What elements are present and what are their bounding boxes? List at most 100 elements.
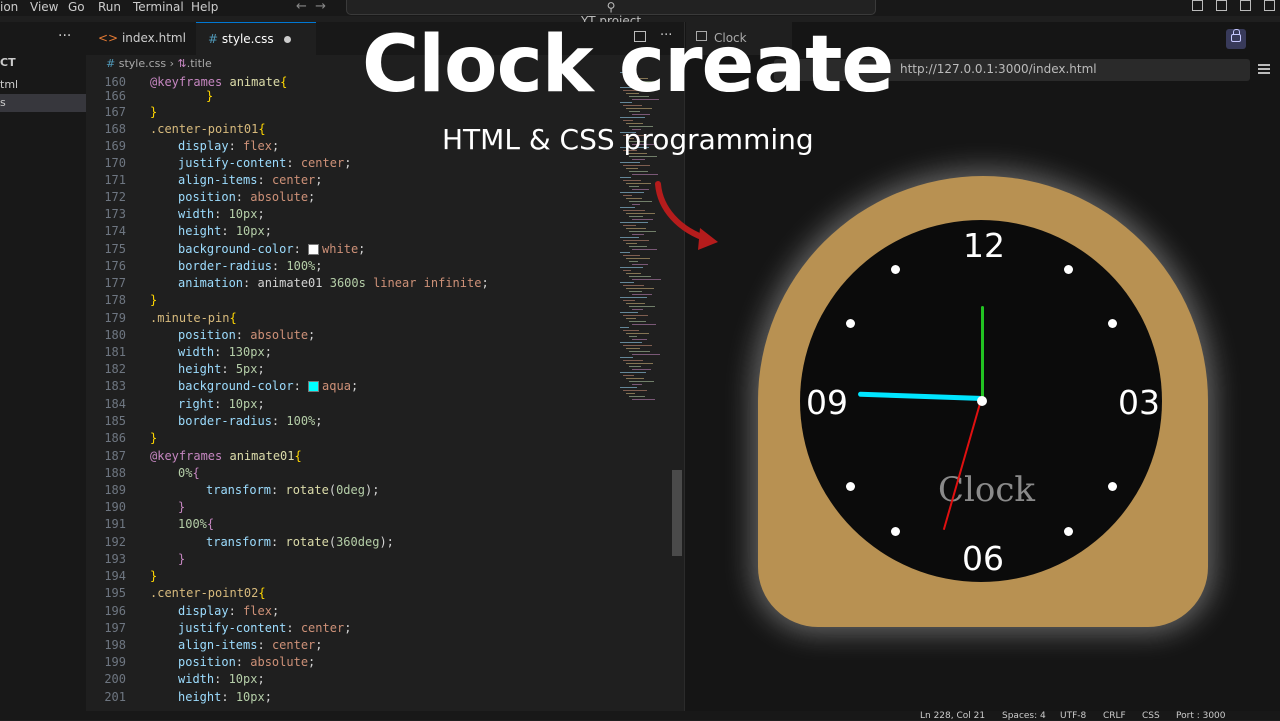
- minimap-line: [623, 225, 636, 226]
- minimap-line: [629, 321, 646, 322]
- line-number: 166: [104, 89, 126, 103]
- breadcrumb-file[interactable]: style.css: [119, 57, 166, 70]
- minimap-line: [620, 357, 633, 358]
- explorer-sidebar: CT ··· tml s: [0, 22, 87, 720]
- code-line[interactable]: }: [150, 104, 157, 121]
- preview-url: http://127.0.0.1:3000/index.html: [900, 62, 1097, 76]
- minimap-line: [632, 204, 640, 205]
- menu-run[interactable]: Run: [98, 0, 121, 14]
- explorer-file-index[interactable]: tml: [0, 76, 86, 94]
- line-number: 200: [104, 672, 126, 686]
- minimap-line: [632, 354, 660, 355]
- minimap-line: [620, 177, 631, 178]
- line-number: 193: [104, 552, 126, 566]
- code-line[interactable]: background-color: aqua;: [178, 378, 358, 395]
- code-line[interactable]: position: absolute;: [178, 654, 315, 671]
- minimap-line: [626, 363, 653, 364]
- code-line[interactable]: }: [178, 499, 185, 516]
- code-line[interactable]: right: 10px;: [178, 396, 265, 413]
- toggle-secondary-sidebar-icon[interactable]: [1240, 0, 1251, 11]
- code-line[interactable]: position: absolute;: [178, 327, 315, 344]
- code-line[interactable]: height: 10px;: [178, 689, 272, 706]
- code-line[interactable]: @keyframes animate{: [150, 74, 287, 91]
- minimap-line: [632, 264, 648, 265]
- code-line[interactable]: @keyframes animate01{: [150, 448, 302, 465]
- color-swatch-icon[interactable]: [308, 244, 320, 255]
- minimap-line: [632, 234, 644, 235]
- hamburger-menu-icon[interactable]: [1258, 64, 1270, 74]
- menu-selection[interactable]: ion: [0, 0, 18, 14]
- breadcrumb-symbol[interactable]: .title: [187, 57, 212, 70]
- code-line[interactable]: transform: rotate(0deg);: [206, 482, 379, 499]
- code-line[interactable]: align-items: center;: [178, 637, 323, 654]
- video-title: Clock create: [362, 20, 894, 110]
- editor-scrollbar[interactable]: [672, 470, 682, 556]
- minimap-line: [632, 114, 650, 115]
- code-line[interactable]: animation: animate01 3600s linear infini…: [178, 275, 489, 292]
- color-swatch-icon[interactable]: [308, 381, 320, 392]
- hour-marker: [846, 319, 855, 328]
- numeral-12: 12: [963, 226, 1005, 265]
- minimap-line: [629, 276, 651, 277]
- line-number: 178: [104, 293, 126, 307]
- code-line[interactable]: }: [150, 292, 157, 309]
- line-number: 184: [104, 397, 126, 411]
- tab-style-css[interactable]: # style.css: [196, 22, 316, 56]
- toggle-sidebar-icon[interactable]: [1192, 0, 1203, 11]
- minimap-line: [626, 168, 638, 169]
- hour-marker: [891, 527, 900, 536]
- explorer-file-style[interactable]: s: [0, 94, 86, 112]
- minimap-line: [623, 210, 645, 211]
- code-line[interactable]: }: [178, 551, 185, 568]
- code-line[interactable]: 100%{: [178, 516, 214, 533]
- code-line[interactable]: position: absolute;: [178, 189, 315, 206]
- nav-back-forward-icons[interactable]: ← →: [296, 0, 326, 14]
- menu-terminal[interactable]: Terminal: [133, 0, 184, 14]
- line-number: 190: [104, 500, 126, 514]
- explorer-more-icon[interactable]: ···: [58, 28, 71, 44]
- toggle-panel-icon[interactable]: [1216, 0, 1227, 11]
- code-line[interactable]: .center-point01{: [150, 121, 266, 138]
- code-line[interactable]: display: flex;: [178, 603, 279, 620]
- hour-marker: [1064, 527, 1073, 536]
- code-line[interactable]: .center-point02{: [150, 585, 266, 602]
- line-number: 198: [104, 638, 126, 652]
- code-line[interactable]: }: [150, 568, 157, 585]
- code-line[interactable]: background-color: white;: [178, 241, 365, 258]
- minimap-line: [626, 288, 654, 289]
- code-line[interactable]: display: flex;: [178, 138, 279, 155]
- minimap-line: [632, 384, 642, 385]
- code-line[interactable]: height: 5px;: [178, 361, 265, 378]
- tab-index-html[interactable]: <> index.html: [86, 22, 208, 55]
- code-line[interactable]: transform: rotate(360deg);: [206, 534, 394, 551]
- code-line[interactable]: width: 10px;: [178, 206, 265, 223]
- menu-view[interactable]: View: [30, 0, 58, 14]
- hour-marker: [891, 265, 900, 274]
- command-center-search[interactable]: ⚲ YT project: [346, 0, 876, 28]
- code-line[interactable]: border-radius: 100%;: [178, 258, 323, 275]
- code-line[interactable]: justify-content: center;: [178, 155, 351, 172]
- code-line[interactable]: width: 10px;: [178, 671, 265, 688]
- code-line[interactable]: align-items: center;: [178, 172, 323, 189]
- minimap-line: [623, 270, 631, 271]
- menu-go[interactable]: Go: [68, 0, 85, 14]
- code-line[interactable]: width: 130px;: [178, 344, 272, 361]
- line-number: 185: [104, 414, 126, 428]
- hour-marker: [1108, 319, 1117, 328]
- code-line[interactable]: border-radius: 100%;: [178, 413, 323, 430]
- minimap-line: [623, 195, 632, 196]
- explorer-project-title[interactable]: CT: [0, 54, 86, 72]
- hour-marker: [846, 482, 855, 491]
- line-number: 181: [104, 345, 126, 359]
- menu-help[interactable]: Help: [191, 0, 218, 14]
- minimap-line: [629, 156, 657, 157]
- code-line[interactable]: 0%{: [178, 465, 200, 482]
- code-line[interactable]: height: 10px;: [178, 223, 272, 240]
- minimap-line: [620, 327, 629, 328]
- code-line[interactable]: }: [206, 88, 213, 105]
- code-line[interactable]: justify-content: center;: [178, 620, 351, 637]
- minimap-line: [632, 159, 645, 160]
- code-line[interactable]: .minute-pin{: [150, 310, 237, 327]
- customize-layout-icon[interactable]: [1264, 0, 1275, 11]
- code-line[interactable]: }: [150, 430, 157, 447]
